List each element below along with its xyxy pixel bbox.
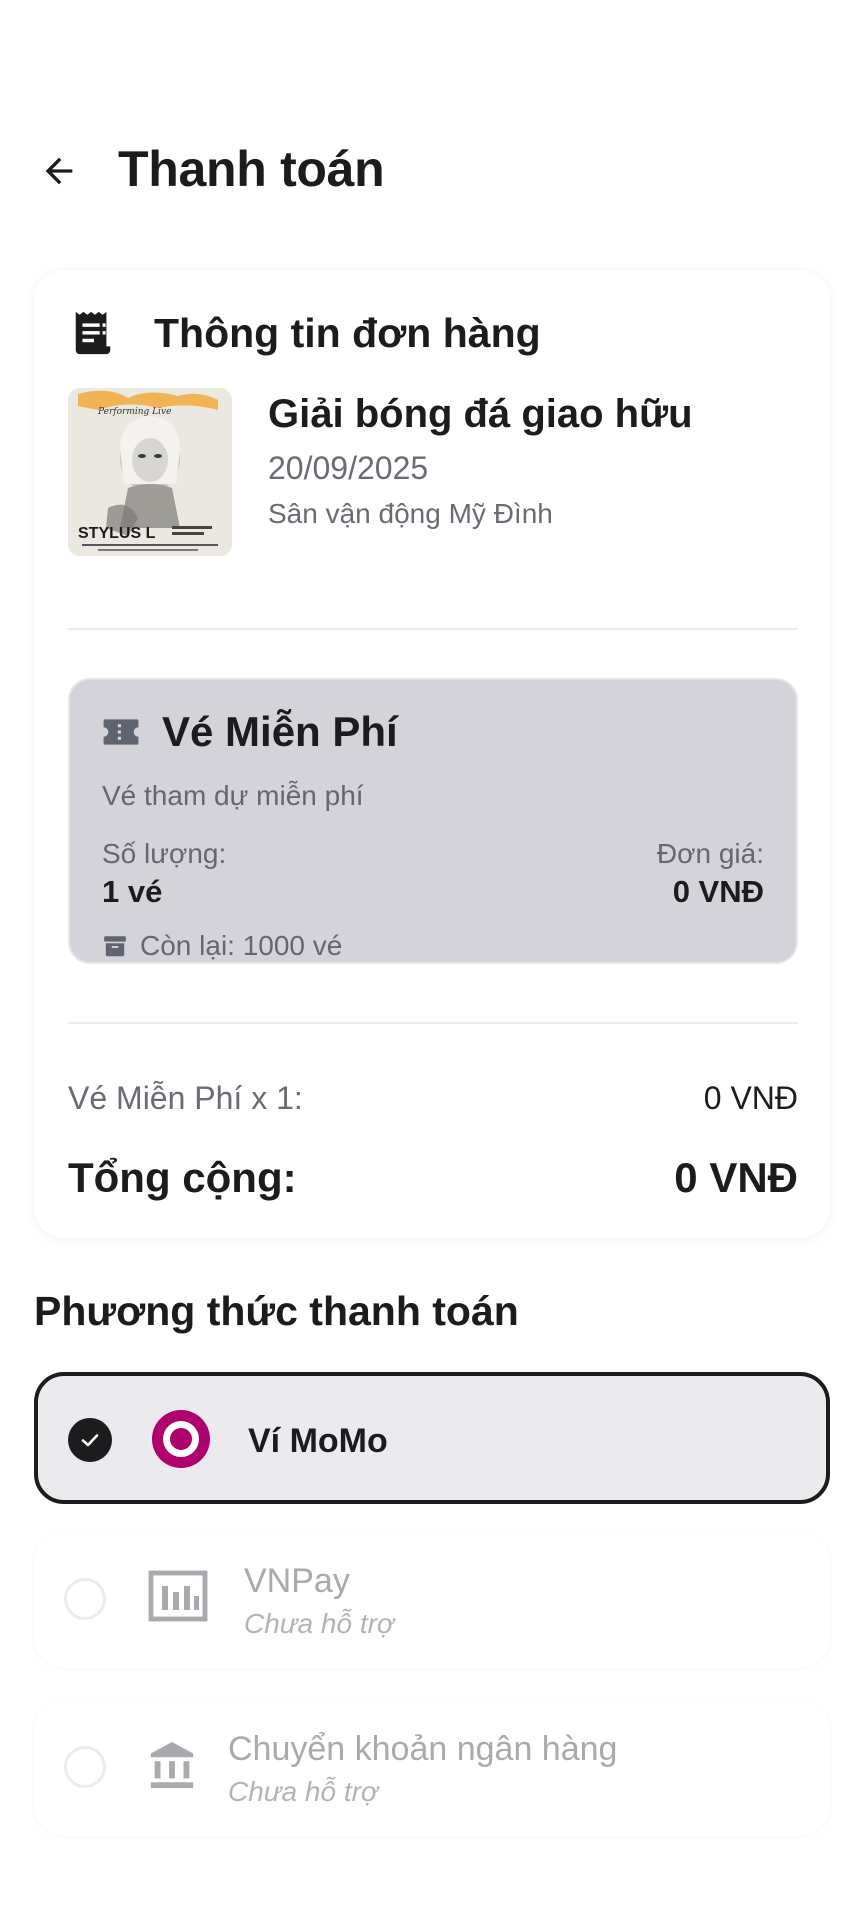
payment-option-bank-transfer[interactable]: Chuyển khoản ngân hàng Chưa hỗ trợ [34, 1700, 830, 1836]
event-name: Giải bóng đá giao hữu [268, 392, 693, 436]
order-section-header: Thông tin đơn hàng [70, 306, 541, 360]
order-section-title: Thông tin đơn hàng [154, 309, 541, 356]
total-value: 0 VNĐ [674, 1154, 798, 1201]
svg-text:Performing Live: Performing Live [97, 407, 171, 417]
event-summary: Performing Live STYLUS L Giải bóng đá gi… [68, 388, 798, 556]
payment-option-label: Ví MoMo [248, 1422, 388, 1460]
checkout-page: Thanh toán Thông tin đơn hàng Performing… [0, 0, 864, 1920]
order-info-card: Thông tin đơn hàng Performing Live STYLU… [34, 270, 830, 1238]
payment-option-status: Chưa hỗ trợ [244, 1608, 394, 1639]
momo-icon [152, 1410, 210, 1468]
divider [68, 628, 798, 630]
inventory-box-icon [104, 936, 126, 957]
line-item-label: Vé Miễn Phí x 1: [68, 1080, 303, 1116]
receipt-icon [75, 311, 111, 355]
bank-icon [150, 1741, 194, 1789]
payment-option-momo[interactable]: Ví MoMo [34, 1372, 830, 1504]
total-row: Tổng cộng: 0 VNĐ [68, 1154, 798, 1202]
divider [68, 1022, 798, 1024]
page-title: Thanh toán [118, 141, 385, 197]
remaining-count: Còn lại: 1000 vé [140, 930, 343, 961]
payment-method-title: Phương thức thanh toán [34, 1288, 519, 1334]
poster-title: STYLUS L [78, 525, 156, 542]
event-poster-image: Performing Live STYLUS L [68, 388, 232, 556]
unit-price-value: 0 VNĐ [672, 874, 764, 909]
payment-option-label: VNPay [244, 1562, 350, 1600]
ticket-header: Vé Miễn Phí [102, 708, 398, 756]
line-item-row: Vé Miễn Phí x 1: 0 VNĐ [68, 1080, 798, 1117]
event-date: 20/09/2025 [268, 450, 429, 486]
unit-price-label: Đơn giá: [656, 838, 764, 869]
ticket-description: Vé tham dự miễn phí [102, 780, 364, 811]
line-item-value: 0 VNĐ [703, 1080, 798, 1116]
app-header: Thanh toán [0, 130, 864, 210]
selected-check-icon[interactable] [68, 1418, 112, 1462]
ticket-icon [103, 719, 139, 745]
poster-artwork: Performing Live STYLUS L [68, 388, 232, 556]
event-details: Giải bóng đá giao hữu 20/09/2025 Sân vận… [268, 388, 693, 532]
quantity-value: 1 vé [102, 874, 163, 909]
ticket-summary: Vé Miễn Phí Vé tham dự miễn phí Số lượng… [68, 678, 798, 964]
payment-option-label: Chuyển khoản ngân hàng [228, 1730, 618, 1768]
checkmark-icon [81, 1434, 99, 1447]
radio-unselected[interactable] [64, 1578, 106, 1620]
quantity-label: Số lượng: [102, 838, 227, 869]
vnpay-icon [148, 1570, 208, 1622]
payment-option-status: Chưa hỗ trợ [228, 1776, 378, 1807]
payment-option-vnpay[interactable]: VNPay Chưa hỗ trợ [34, 1532, 830, 1668]
back-button[interactable] [36, 148, 82, 194]
total-label: Tổng cộng: [68, 1154, 297, 1201]
ticket-name: Vé Miễn Phí [162, 708, 398, 755]
arrow-left-icon [45, 157, 73, 185]
event-venue: Sân vận động Mỹ Đình [268, 498, 553, 529]
tickets-remaining: Còn lại: 1000 vé [102, 930, 342, 962]
radio-unselected[interactable] [64, 1746, 106, 1788]
